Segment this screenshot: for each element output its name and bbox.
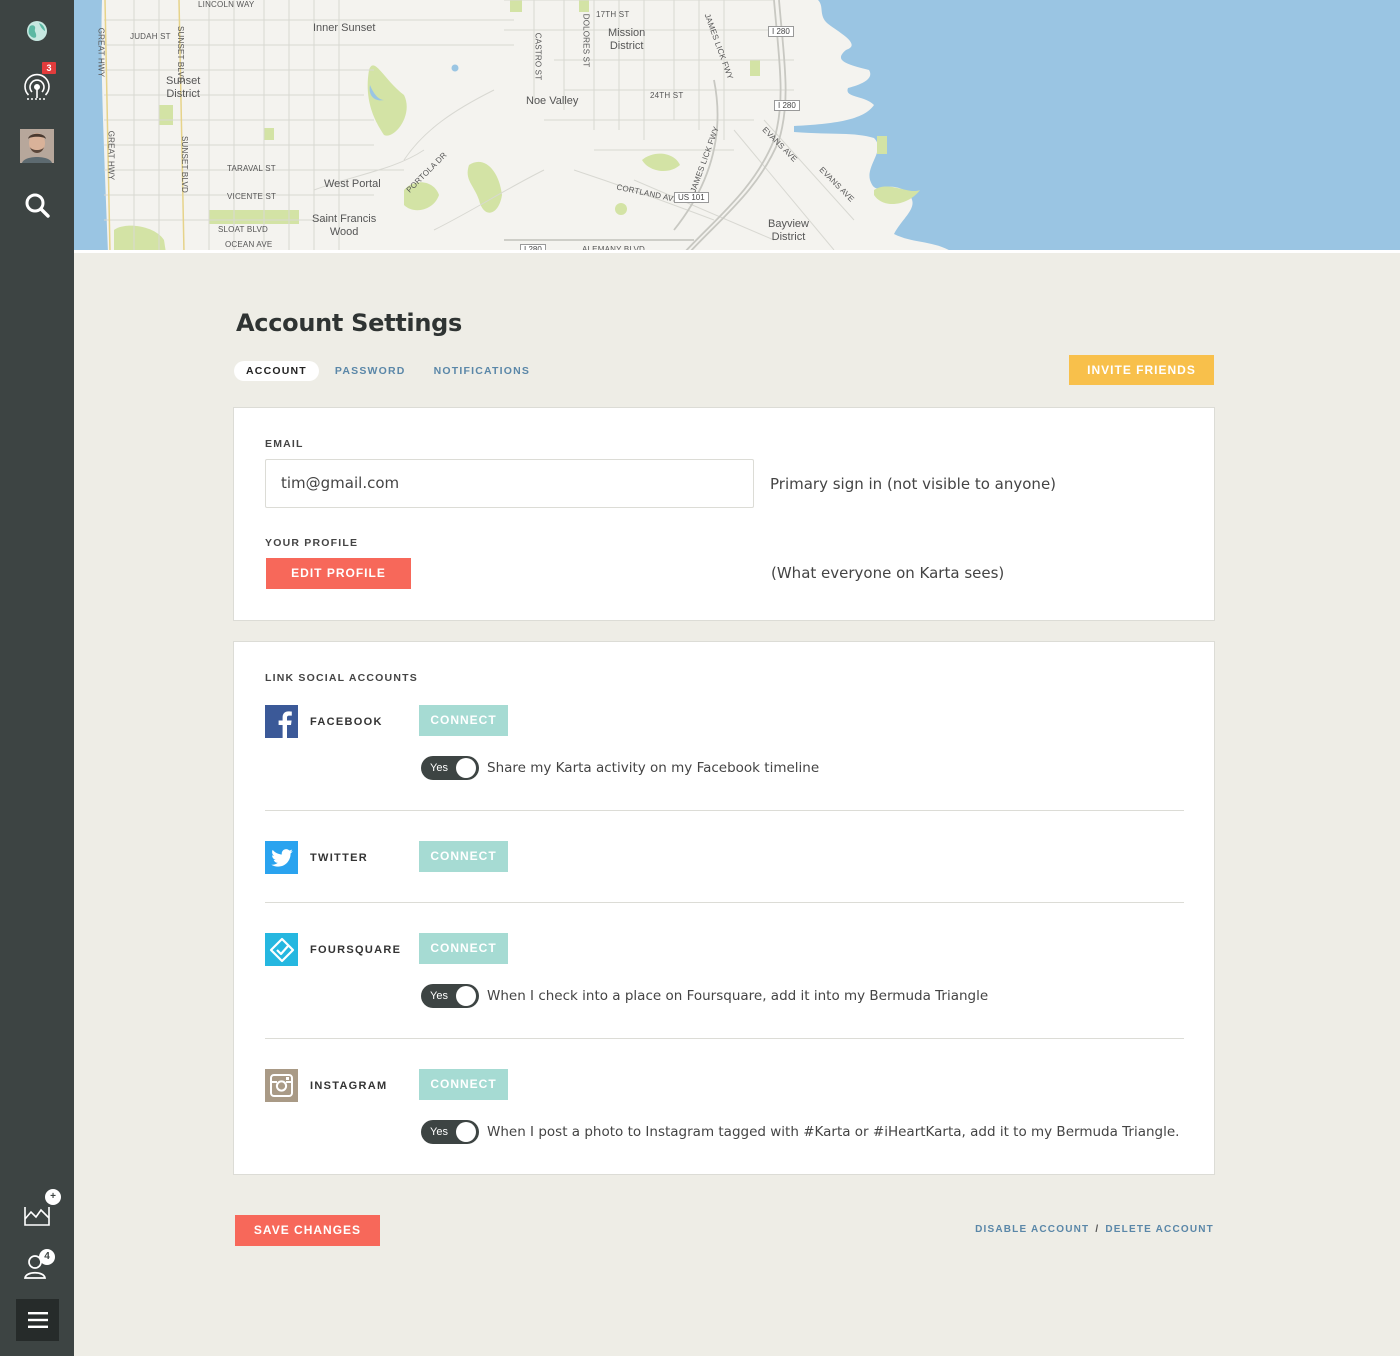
- toggle-knob: [456, 986, 476, 1006]
- map-street-label: LINCOLN WAY: [198, 0, 255, 9]
- toggle-label: Yes: [430, 1126, 448, 1138]
- foursquare-icon: [265, 933, 298, 966]
- foursquare-toggle-text: When I check into a place on Foursquare,…: [487, 988, 989, 1004]
- map-street-label: CASTRO ST: [533, 32, 543, 81]
- social-section-label: LINK SOCIAL ACCOUNTS: [265, 672, 418, 684]
- page-title: Account Settings: [236, 309, 463, 337]
- account-card: EMAIL tim@gmail.com Primary sign in (not…: [233, 407, 1215, 621]
- map-street-label: SUNSET BLVD: [176, 25, 186, 84]
- foursquare-connect-button[interactable]: CONNECT: [419, 933, 508, 964]
- map-area-label: Saint Francis Wood: [312, 213, 377, 238]
- toggle-label: Yes: [430, 990, 448, 1002]
- tab-account[interactable]: ACCOUNT: [234, 361, 319, 381]
- search-icon[interactable]: [14, 182, 60, 228]
- facebook-share-toggle[interactable]: Yes: [421, 756, 479, 780]
- hamburger-menu-button[interactable]: [16, 1299, 59, 1341]
- map-street-label: GREAT HWY: [96, 27, 106, 78]
- map-area-label: Inner Sunset: [313, 22, 376, 34]
- link-separator: /: [1095, 1224, 1100, 1235]
- map-banner[interactable]: Inner Sunset Sunset District Mission Dis…: [74, 0, 1400, 253]
- map-area-label: West Portal: [324, 178, 381, 190]
- globe-icon[interactable]: [14, 8, 60, 54]
- twitter-label: TWITTER: [310, 852, 368, 864]
- map-street-label: ALEMANY BLVD: [582, 245, 646, 253]
- map-street-label: OCEAN AVE: [225, 240, 273, 249]
- social-accounts-card: LINK SOCIAL ACCOUNTS FACEBOOK CONNECT Ye…: [233, 641, 1215, 1175]
- profile-hint: (What everyone on Karta sees): [771, 564, 1005, 582]
- map-highway-shield: I 280: [768, 26, 794, 37]
- facebook-label: FACEBOOK: [310, 716, 383, 728]
- twitter-icon: [265, 841, 298, 874]
- divider: [265, 810, 1184, 811]
- save-changes-button[interactable]: SAVE CHANGES: [235, 1215, 380, 1246]
- facebook-toggle-text: Share my Karta activity on my Facebook t…: [487, 760, 820, 776]
- tab-password[interactable]: PASSWORD: [323, 361, 418, 381]
- notification-badge: 3: [42, 62, 56, 74]
- disable-account-link[interactable]: DISABLE ACCOUNT: [975, 1224, 1089, 1235]
- map-street-label: TARAVAL ST: [227, 164, 276, 173]
- invite-friends-button[interactable]: INVITE FRIENDS: [1069, 355, 1214, 385]
- map-area-label: Bayview District: [768, 218, 809, 243]
- map-highway-shield: I 280: [774, 100, 800, 111]
- profile-label: YOUR PROFILE: [265, 537, 359, 549]
- facebook-connect-button[interactable]: CONNECT: [419, 705, 508, 736]
- map-street-label: DOLORES ST: [581, 13, 591, 68]
- toggle-knob: [456, 1122, 476, 1142]
- sidebar: 3 + 4: [0, 0, 74, 1356]
- email-label: EMAIL: [265, 438, 304, 450]
- facebook-icon: [265, 705, 298, 738]
- settings-tabs: ACCOUNT PASSWORD NOTIFICATIONS: [234, 361, 546, 381]
- add-badge: +: [45, 1189, 61, 1205]
- instagram-connect-button[interactable]: CONNECT: [419, 1069, 508, 1100]
- email-hint: Primary sign in (not visible to anyone): [770, 475, 1057, 493]
- twitter-connect-button[interactable]: CONNECT: [419, 841, 508, 872]
- foursquare-label: FOURSQUARE: [310, 944, 402, 956]
- map-highway-shield: I 280: [520, 244, 546, 250]
- map-highway-shield: US 101: [674, 192, 709, 203]
- foursquare-checkin-toggle[interactable]: Yes: [421, 984, 479, 1008]
- delete-account-link[interactable]: DELETE ACCOUNT: [1105, 1224, 1214, 1235]
- toggle-label: Yes: [430, 762, 448, 774]
- instagram-photo-toggle[interactable]: Yes: [421, 1120, 479, 1144]
- instagram-label: INSTAGRAM: [310, 1080, 388, 1092]
- account-actions: DISABLE ACCOUNT / DELETE ACCOUNT: [975, 1224, 1214, 1235]
- map-street-label: 17TH ST: [596, 10, 630, 19]
- divider: [265, 902, 1184, 903]
- map-street-label: SLOAT BLVD: [218, 225, 269, 234]
- toggle-knob: [456, 758, 476, 778]
- map-area-label: Mission District: [608, 27, 646, 52]
- map-street-label: JUDAH ST: [130, 32, 171, 41]
- friends-badge: 4: [39, 1249, 55, 1265]
- hamburger-icon: [27, 1312, 48, 1328]
- email-field[interactable]: tim@gmail.com: [265, 459, 754, 508]
- edit-profile-button[interactable]: EDIT PROFILE: [266, 558, 411, 589]
- map-area-label: Noe Valley: [526, 95, 579, 107]
- friends-icon[interactable]: [14, 1243, 60, 1289]
- instagram-toggle-text: When I post a photo to Instagram tagged …: [487, 1124, 1180, 1140]
- map-street-label: SUNSET BLVD: [180, 135, 190, 194]
- avatar[interactable]: [20, 129, 54, 163]
- map-street-label: VICENTE ST: [227, 192, 277, 201]
- instagram-icon: [265, 1069, 298, 1102]
- map-street-label: GREAT HWY: [106, 130, 116, 181]
- divider: [265, 1038, 1184, 1039]
- map-street-label: 24TH ST: [650, 91, 684, 100]
- tab-notifications[interactable]: NOTIFICATIONS: [422, 361, 542, 381]
